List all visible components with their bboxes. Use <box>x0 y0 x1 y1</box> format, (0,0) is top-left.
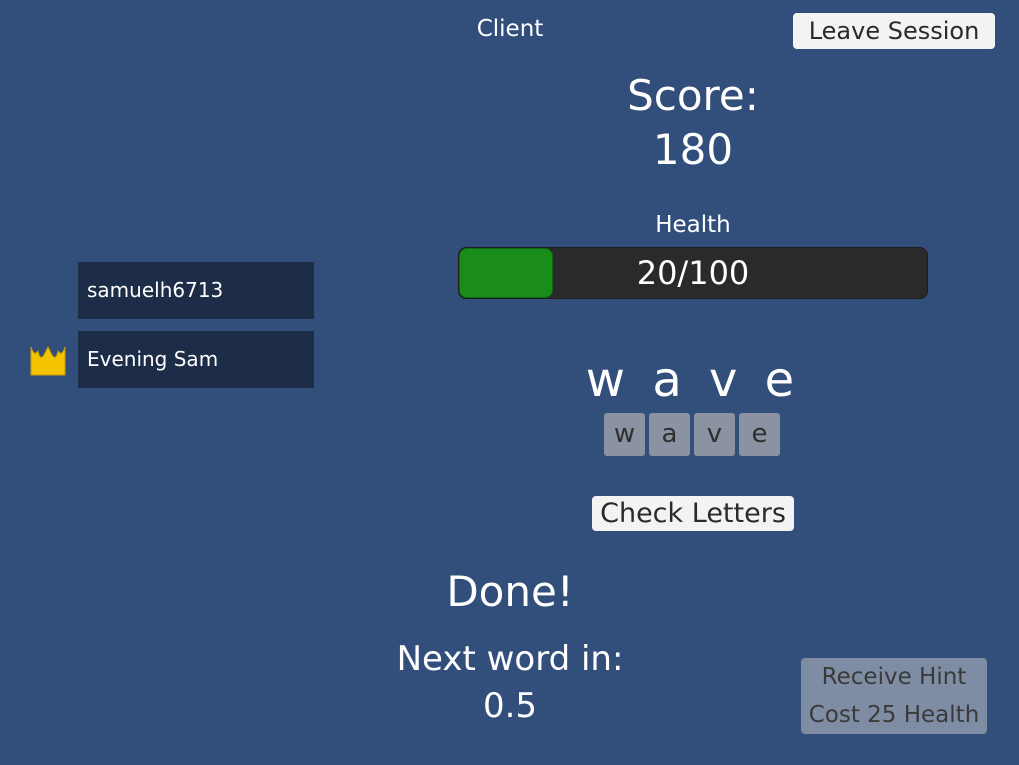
next-word-label: Next word in: <box>396 639 624 679</box>
score-value: 180 <box>652 125 734 174</box>
player-name: samuelh6713 <box>87 278 224 302</box>
health-bar: 20/100 <box>458 247 928 299</box>
hint-label: Receive Hint <box>821 664 967 690</box>
player-name: Evening Sam <box>87 347 219 371</box>
role-label: Client <box>476 16 544 42</box>
letter-tiles: w a v e <box>604 413 780 456</box>
check-letters-button[interactable]: Check Letters <box>592 496 794 531</box>
hint-cost: Cost 25 Health <box>808 702 980 728</box>
health-label: Health <box>655 212 731 238</box>
health-value: 20/100 <box>636 254 750 292</box>
done-status: Done! <box>446 567 574 616</box>
leave-session-button[interactable]: Leave Session <box>793 13 995 49</box>
player-panel: samuelh6713 <box>78 262 314 319</box>
current-word: w a v e <box>585 352 801 408</box>
letter-tile[interactable]: v <box>694 413 735 456</box>
player-panel: Evening Sam <box>78 331 314 388</box>
next-word-countdown: 0.5 <box>482 686 538 726</box>
letter-tile[interactable]: a <box>649 413 690 456</box>
letter-tile[interactable]: e <box>739 413 780 456</box>
receive-hint-button[interactable]: Receive Hint Cost 25 Health <box>801 658 987 734</box>
crown-icon <box>30 341 66 377</box>
letter-tile[interactable]: w <box>604 413 645 456</box>
score-label: Score: <box>627 71 759 120</box>
